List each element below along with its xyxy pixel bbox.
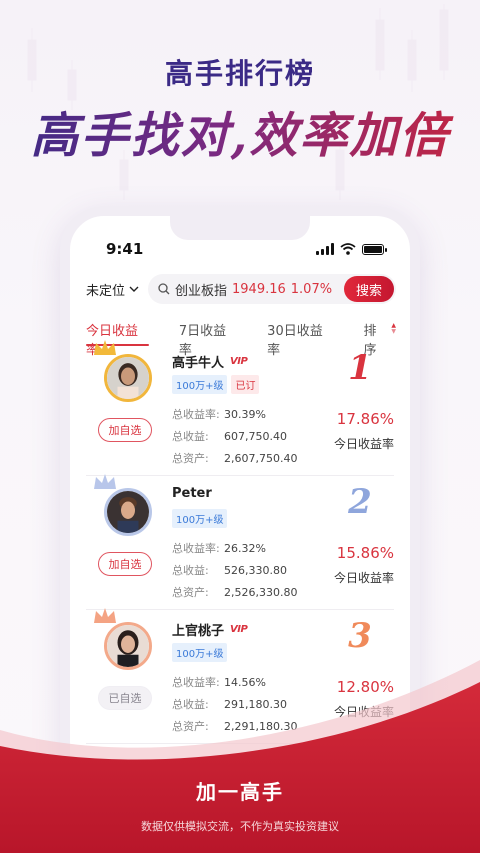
wifi-icon	[340, 243, 356, 255]
location-label: 未定位	[86, 283, 126, 299]
trader-name: 上官桃子	[172, 624, 225, 639]
trader-name: Peter	[172, 486, 212, 501]
list-item[interactable]: 加自选 Peter 100万+级 总收益率: 26.32% 总收益: 526,330…	[86, 474, 394, 610]
avatar	[104, 488, 152, 536]
status-bar: 9:41	[96, 240, 387, 262]
trader-stats: 总收益率: 30.39% 总收益: 607,750.40 总资产: 2,607,750…	[172, 404, 297, 470]
footer-title: 加一高手	[196, 780, 284, 804]
index-value: 1949.16	[232, 281, 286, 297]
vip-badge: VIP	[230, 624, 248, 635]
crown-icon	[94, 474, 116, 489]
search-icon	[158, 283, 170, 295]
tab-7day-return[interactable]: 7日收益率	[179, 320, 237, 358]
vip-badge: VIP	[230, 356, 248, 367]
search-row: 未定位 创业板指 1949.16 1.07% 搜索	[86, 274, 396, 304]
stat-label: 总收益:	[172, 564, 209, 577]
trader-stats: 总收益率: 26.32% 总收益: 526,330.80 总资产: 2,526,330…	[172, 538, 297, 604]
level-badge: 100万+级	[172, 509, 228, 528]
stat-value: 2,607,750.40	[224, 452, 298, 465]
stat-value: 30.39%	[224, 408, 266, 421]
page-title: 高手排行榜	[164, 57, 315, 90]
crown-icon	[94, 340, 116, 355]
today-return-value: 17.86%	[336, 410, 394, 428]
sort-icon: ▲ ▼	[391, 322, 396, 335]
stat-value: 2,526,330.80	[224, 586, 298, 599]
add-watchlist-button[interactable]: 加自选	[98, 552, 152, 576]
location-selector[interactable]: 未定位	[86, 280, 148, 299]
phone-notch	[170, 216, 310, 240]
stat-label: 总资产:	[172, 586, 209, 599]
subscribed-badge: 已订	[231, 375, 260, 394]
stat-label: 总资产:	[172, 452, 209, 465]
slogan: 高手找对,效率加倍	[0, 96, 480, 166]
stat-value: 607,750.40	[224, 430, 287, 443]
trader-name-row: 上官桃子 VIP	[172, 620, 248, 639]
tab-30day-return[interactable]: 30日收益率	[267, 320, 333, 358]
sort-button[interactable]: 排序 ▲ ▼	[363, 320, 396, 359]
rank-number: 3	[348, 616, 372, 656]
today-return-label: 今日收益率	[333, 437, 394, 451]
status-icons	[316, 243, 387, 255]
stat-label: 总收益:	[172, 430, 209, 443]
stat-value: 526,330.80	[224, 564, 287, 577]
search-button[interactable]: 搜索	[343, 276, 394, 302]
trader-name-row: Peter	[172, 486, 212, 501]
today-return-value: 15.86%	[336, 544, 394, 562]
rank-number: 1	[348, 348, 372, 388]
today-return-label: 今日收益率	[333, 571, 394, 585]
rank-number: 2	[348, 482, 372, 522]
index-name: 创业板指	[175, 283, 228, 299]
status-time: 9:41	[106, 240, 144, 258]
crown-icon	[94, 608, 116, 623]
index-change: 1.07%	[290, 281, 333, 297]
level-badge: 100万+级	[172, 375, 228, 394]
sort-label: 排序	[363, 324, 377, 358]
search-input[interactable]: 创业板指 1949.16 1.07% 搜索	[148, 274, 396, 304]
trader-badges: 100万+级	[172, 509, 228, 528]
avatar	[104, 354, 152, 402]
signal-icon	[316, 243, 334, 255]
stat-label: 总收益率:	[172, 542, 220, 555]
disclaimer-text: 数据仅供模拟交流，不作为真实投资建议	[141, 820, 339, 833]
stat-value: 26.32%	[224, 542, 266, 555]
chevron-down-icon	[129, 286, 139, 292]
avatar-frame	[94, 474, 160, 542]
avatar-frame	[94, 340, 160, 408]
battery-icon	[362, 243, 387, 255]
add-watchlist-button[interactable]: 加自选	[98, 418, 152, 442]
trader-name: 高手牛人	[172, 356, 225, 371]
trader-badges: 100万+级 已订	[172, 375, 260, 394]
list-item[interactable]: 加自选 高手牛人 VIP 100万+级 已订 总收益率: 30.39% 总收益: 6…	[86, 340, 394, 476]
trader-name-row: 高手牛人 VIP	[172, 352, 248, 371]
stat-label: 总收益率:	[172, 408, 220, 421]
